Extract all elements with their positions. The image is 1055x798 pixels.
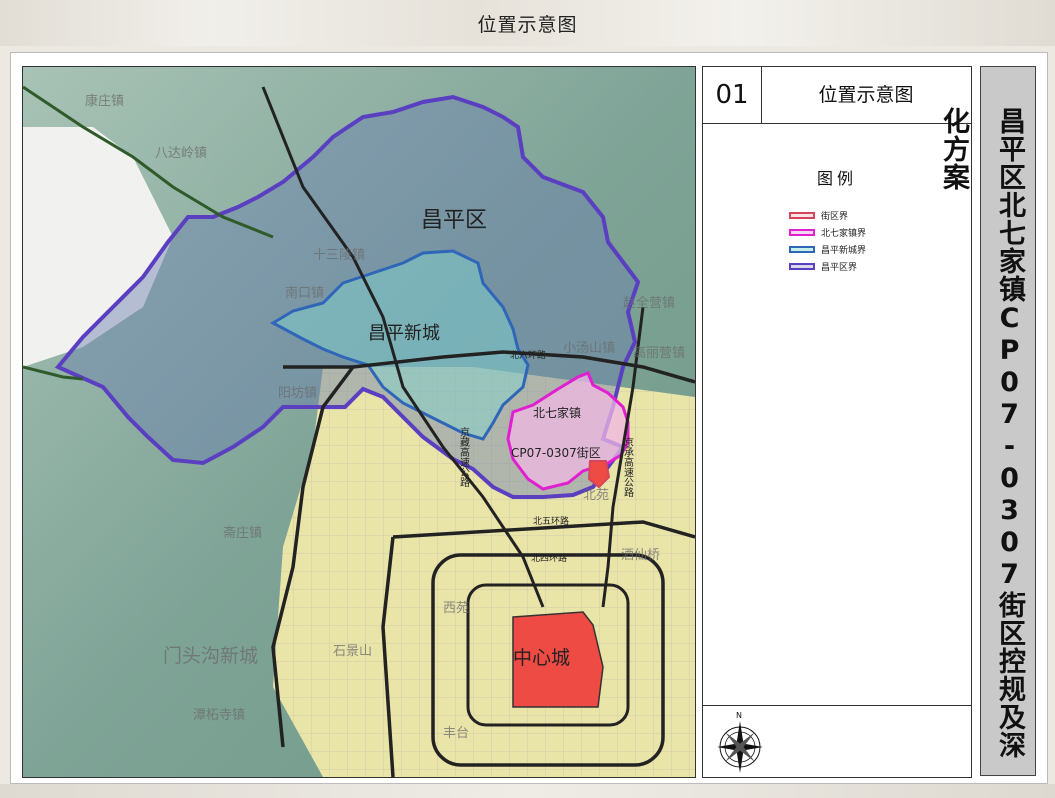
north-arrow-icon: N	[717, 711, 763, 773]
bottom-banner	[0, 784, 1055, 798]
district-label: 昌平区	[421, 208, 487, 233]
legend-label: 昌平新城界	[821, 245, 867, 256]
place-gaoliying: 高丽营镇	[633, 345, 685, 361]
place-fengtai: 丰台	[443, 726, 469, 741]
jingzang-label: 京藏高速公路	[458, 426, 470, 488]
legend-item-town: 北七家镇界	[789, 224, 866, 240]
place-xiyuan: 西苑	[443, 601, 469, 616]
project-title-banner: 昌平区北七家镇CP07-0307街区控规及深化方案	[938, 66, 1036, 776]
place-badaling: 八达岭镇	[155, 146, 207, 161]
legend-item-district: 昌平区界	[789, 258, 866, 274]
legend-item-newtown: 昌平新城界	[789, 241, 866, 257]
legend-label: 街区界	[821, 211, 849, 222]
legend-swatch-town	[789, 228, 815, 236]
map-canvas: 昌平区 昌平新城 北七家镇 CP07-0307街区 中心城 北六环路 北五环路 …	[23, 67, 695, 777]
legend-item-block: 街区界	[789, 207, 866, 223]
project-title: 昌平区北七家镇CP07-0307街区控规及深化方案	[938, 107, 1025, 759]
center-city-label: 中心城	[513, 647, 570, 669]
jingcheng-label: 京承高速公路	[622, 436, 634, 498]
place-zhaoquanying: 赵全营镇	[623, 295, 675, 311]
legend-swatch-newtown	[789, 245, 815, 253]
block-label: CP07-0307街区	[511, 446, 601, 460]
place-tanzhesi: 潭柘寺镇	[193, 708, 245, 723]
ring6-label: 北六环路	[510, 349, 546, 361]
place-shijingshan: 石景山	[333, 644, 372, 659]
place-mentougou: 门头沟新城	[163, 645, 258, 667]
legend-swatch-block	[789, 211, 815, 219]
page-title: 位置示意图	[477, 14, 578, 36]
newtown-label: 昌平新城	[368, 323, 440, 344]
ring5-label: 北五环路	[533, 515, 569, 527]
place-beiyuan: 北苑	[583, 488, 609, 503]
divider	[703, 705, 971, 706]
compass-label: N	[736, 711, 742, 720]
legend-label: 北七家镇界	[821, 228, 867, 239]
ring4-label: 北四环路	[531, 552, 567, 564]
town-label: 北七家镇	[533, 405, 581, 420]
location-map[interactable]: 昌平区 昌平新城 北七家镇 CP07-0307街区 中心城 北六环路 北五环路 …	[22, 66, 696, 778]
place-xiaotangshan: 小汤山镇	[563, 341, 615, 356]
place-shisanling: 十三陵镇	[313, 248, 365, 263]
place-kangzhuang: 康庄镇	[85, 93, 124, 109]
place-nankou: 南口镇	[285, 285, 324, 301]
place-yangfang: 阳坊镇	[278, 386, 317, 401]
sheet-number: 01	[703, 67, 762, 123]
legend-label: 昌平区界	[821, 262, 858, 273]
legend-swatch-district	[789, 262, 815, 270]
place-zhaitang: 斋庄镇	[223, 525, 262, 541]
place-jiuxianqiao: 酒仙桥	[621, 548, 660, 563]
legend-list: 街区界 北七家镇界 昌平新城界 昌平区界	[789, 207, 866, 275]
top-banner: 位置示意图	[0, 0, 1055, 46]
